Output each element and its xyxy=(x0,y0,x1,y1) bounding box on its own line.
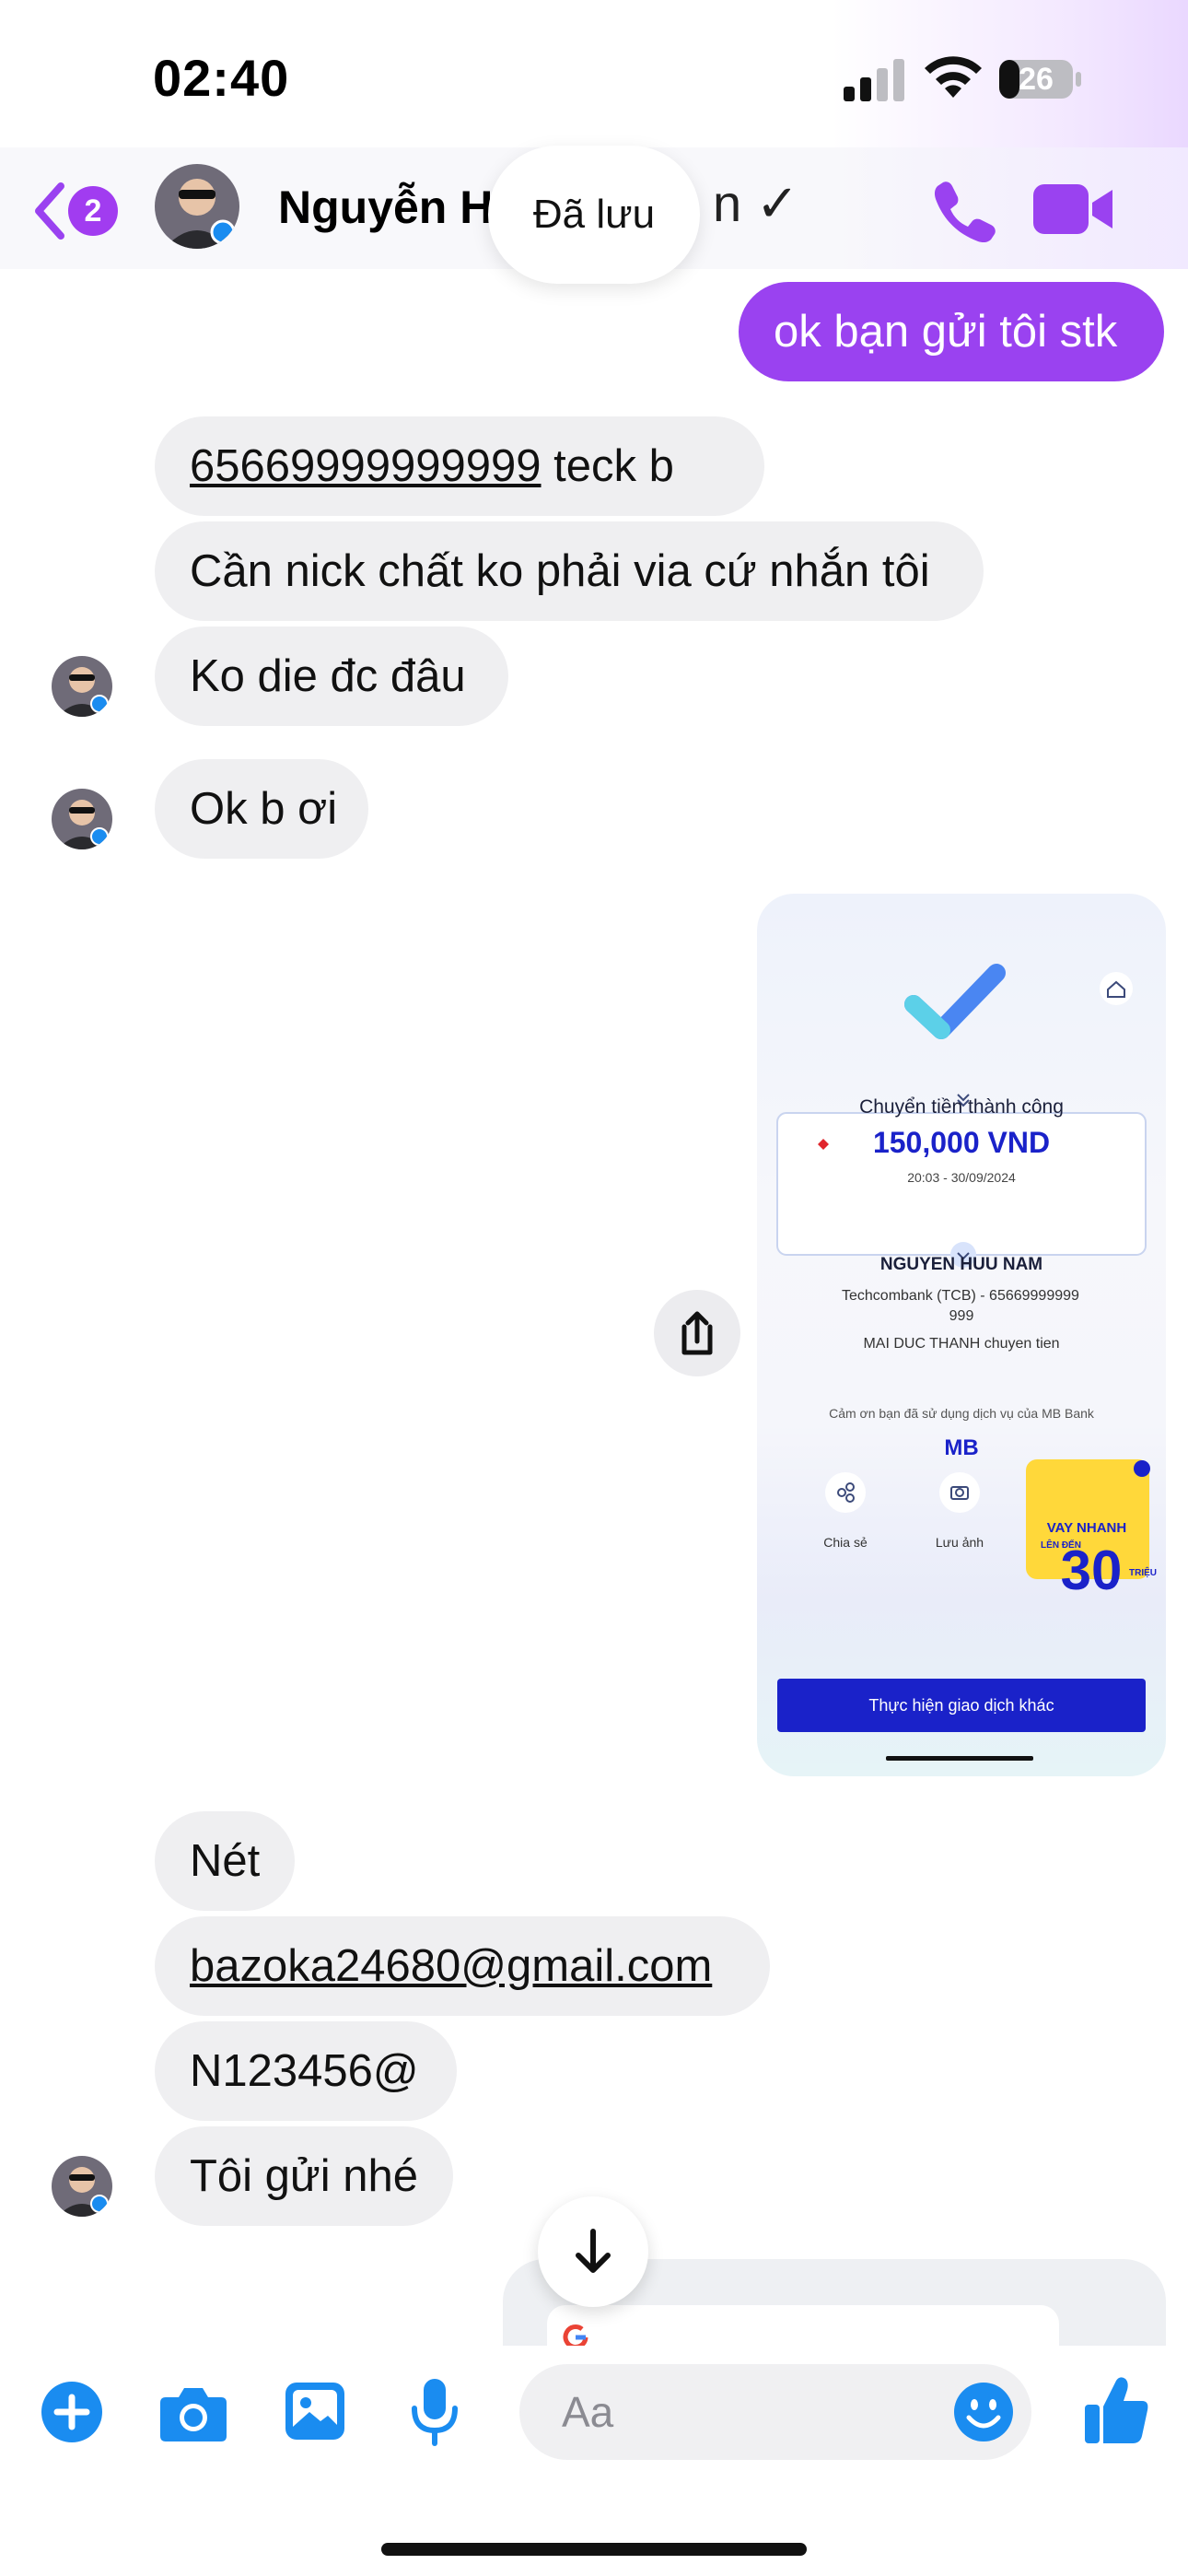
battery-icon: 26 xyxy=(998,59,1083,100)
message-input[interactable]: Aa xyxy=(519,2364,1031,2460)
incoming-message[interactable]: Tôi gửi nhé xyxy=(155,2126,453,2226)
wifi-icon xyxy=(925,56,982,98)
promo-title: VAY NHANH xyxy=(1046,1520,1127,1536)
incoming-message[interactable]: Cần nick chất ko phải via cứ nhắn tôi xyxy=(155,521,984,621)
camera-icon[interactable] xyxy=(158,2383,228,2443)
phone-call-icon[interactable] xyxy=(930,177,996,243)
contact-name-tail: n ✓ xyxy=(713,174,799,232)
emoji-icon[interactable] xyxy=(952,2381,1015,2443)
incoming-message[interactable]: N123456@ xyxy=(155,2021,457,2121)
thumbs-up-icon[interactable] xyxy=(1083,2373,1149,2447)
video-call-icon[interactable] xyxy=(1031,179,1116,240)
contact-name[interactable]: Nguyễn H xyxy=(278,181,493,234)
chevron-left-icon xyxy=(35,182,64,240)
unread-badge: 2 xyxy=(68,186,118,236)
receipt-recipient: NGUYEN HUU NAM xyxy=(879,1255,1043,1274)
photo-gallery-icon[interactable] xyxy=(284,2381,346,2441)
incoming-message[interactable]: Ko die đc đâu xyxy=(155,626,508,726)
receipt-bank-line2: 999 xyxy=(949,1308,974,1324)
outgoing-message[interactable]: ok bạn gửi tôi stk xyxy=(739,282,1164,381)
receipt-thanks: Cảm ơn bạn đã sử dụng dịch vụ của MB Ban… xyxy=(829,1406,1094,1421)
back-button[interactable]: 2 xyxy=(31,179,133,243)
receipt-bank-line1: Techcombank (TCB) - 65669999999 xyxy=(842,1288,1079,1304)
sender-avatar[interactable] xyxy=(52,789,112,849)
receipt-save-label: Lưu ảnh xyxy=(935,1535,984,1550)
mb-bank-logo: MB xyxy=(944,1435,979,1460)
incoming-message[interactable]: Ok b ơi xyxy=(155,759,368,859)
phone-number-link[interactable]: 65669999999999 xyxy=(190,440,542,492)
message-input-placeholder: Aa xyxy=(562,2388,614,2436)
plus-icon[interactable] xyxy=(41,2381,103,2443)
cellular-signal-icon xyxy=(844,59,904,101)
receipt-datetime: 20:03 - 30/09/2024 xyxy=(907,1170,1016,1185)
receipt-note: MAI DUC THANH chuyen tien xyxy=(863,1336,1060,1352)
receipt-graphics xyxy=(776,964,1150,1761)
incoming-message[interactable]: Nét xyxy=(155,1811,295,1911)
scroll-to-bottom-button[interactable] xyxy=(538,2196,648,2307)
incoming-message[interactable]: bazoka24680@gmail.com xyxy=(155,1916,770,2016)
status-time: 02:40 xyxy=(153,49,290,107)
incoming-message[interactable]: 65669999999999 teck b xyxy=(155,416,764,516)
home-indicator xyxy=(381,2543,807,2556)
receipt-share-label: Chia sẻ xyxy=(823,1535,868,1550)
promo-value: 30 xyxy=(1060,1540,1123,1601)
contact-avatar[interactable] xyxy=(155,164,239,249)
email-link[interactable]: bazoka24680@gmail.com xyxy=(190,1940,712,1992)
battery-level: 26 xyxy=(1019,61,1054,97)
sender-avatar[interactable] xyxy=(52,2156,112,2217)
receipt-amount: 150,000 VND xyxy=(872,1126,1051,1159)
receipt-status: Chuyển tiền thành công xyxy=(859,1096,1064,1118)
receipt-cta-button: Thực hiện giao dịch khác xyxy=(777,1679,1146,1732)
microphone-icon[interactable] xyxy=(409,2377,460,2447)
share-button[interactable] xyxy=(654,1290,740,1376)
receipt-image[interactable]: Chuyển tiền thành công 150,000 VND 20:03… xyxy=(757,894,1166,1776)
arrow-down-icon xyxy=(576,2229,611,2273)
sender-avatar[interactable] xyxy=(52,656,112,717)
saved-toast: Đã lưu xyxy=(488,146,700,284)
share-icon xyxy=(681,1311,713,1355)
message-text: teck b xyxy=(541,441,674,491)
promo-unit: TRIỆU xyxy=(1129,1568,1157,1578)
